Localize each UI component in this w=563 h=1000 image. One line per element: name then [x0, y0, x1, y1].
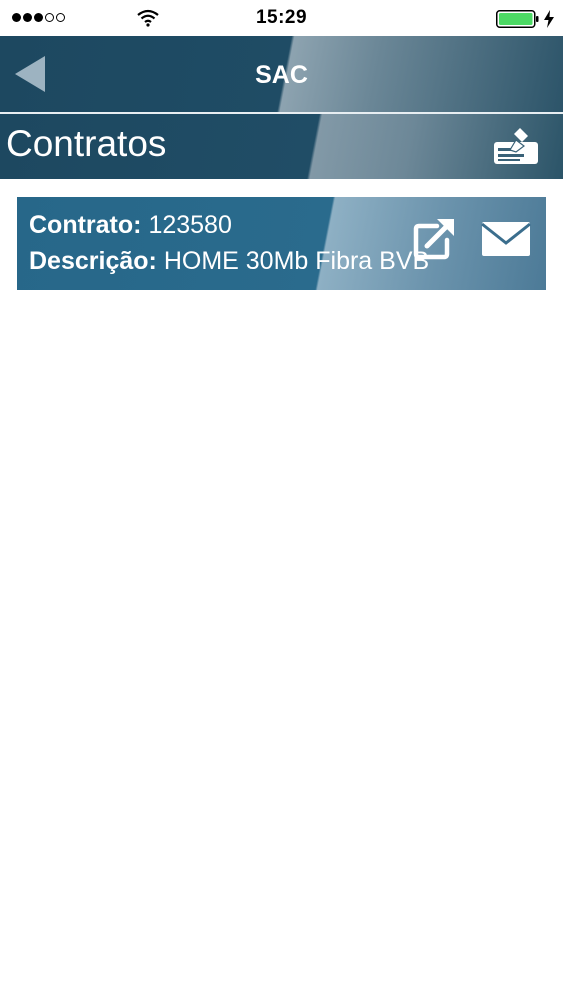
section-header: Contratos: [0, 114, 563, 179]
section-title: Contratos: [6, 123, 167, 164]
nav-bar: SAC: [0, 36, 563, 114]
mail-icon: [481, 222, 531, 256]
charging-bolt-icon: [544, 10, 554, 28]
contract-item[interactable]: Contrato: 123580 Descrição: HOME 30Mb Fi…: [17, 197, 546, 290]
contract-number: 123580: [148, 211, 232, 239]
sign-document-icon: [494, 128, 538, 164]
battery-icon: [496, 10, 539, 28]
sign-contract-button[interactable]: [488, 128, 542, 168]
contract-label: Contrato:: [29, 211, 142, 239]
page-title: SAC: [255, 61, 308, 89]
description-label: Descrição:: [29, 247, 157, 275]
status-bar: 15:29: [0, 0, 563, 36]
description-value: HOME 30Mb Fibra BVB: [163, 247, 430, 275]
open-external-icon: [413, 219, 454, 260]
contract-description-line: Descrição: HOME 30Mb Fibra BVB: [29, 247, 429, 276]
open-contract-button[interactable]: [413, 216, 457, 260]
contract-number-line: Contrato: 123580: [29, 211, 232, 240]
status-time: 15:29: [255, 7, 308, 28]
mail-button[interactable]: [481, 221, 531, 257]
